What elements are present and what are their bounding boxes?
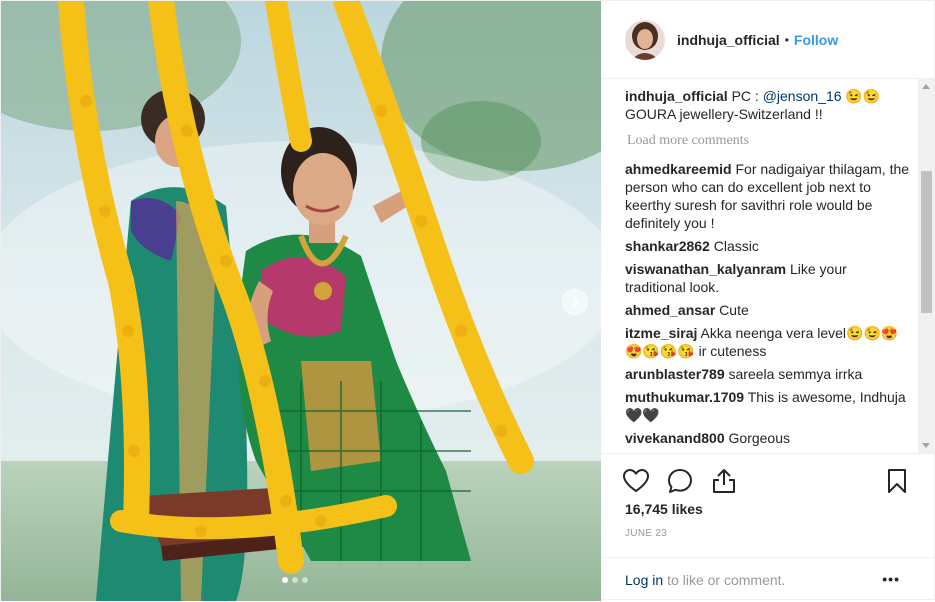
comment-text: sareela semmya irrka (728, 366, 863, 382)
post-actions: 16,745 likes JUNE 23 Log in to like or c… (601, 453, 935, 601)
post-photo (1, 1, 601, 601)
likes-count[interactable]: 16,745 likes (625, 501, 703, 517)
scroll-down-arrow-icon[interactable] (922, 443, 930, 448)
comment-item: shankar2862 Classic (625, 237, 911, 255)
comment-username[interactable]: vivekanand800 (625, 430, 725, 446)
chevron-right-icon (572, 296, 580, 308)
like-button[interactable] (617, 462, 655, 500)
post-header: indhuja_official • Follow (601, 1, 935, 79)
comment-bubble-icon (668, 469, 692, 493)
header-username[interactable]: indhuja_official (677, 32, 780, 48)
post-date: JUNE 23 (625, 528, 668, 539)
bookmark-icon (888, 469, 906, 493)
carousel-indicator (282, 577, 308, 583)
comment-item: viswanathan_kalyanram Like your traditio… (625, 260, 911, 296)
comment-username[interactable]: arunblaster789 (625, 366, 725, 382)
load-more-comments-button[interactable]: Load more comments (627, 133, 911, 149)
comment-text: Gorgeous (728, 430, 790, 446)
caption-text-prefix: PC : (731, 88, 763, 104)
share-icon (713, 469, 735, 493)
comment-item: ahmed_ansar Cute (625, 301, 911, 319)
caption-username[interactable]: indhuja_official (625, 88, 728, 104)
post-media[interactable] (1, 1, 601, 601)
caption: indhuja_official PC : @jenson_16 😉😉 GOUR… (625, 87, 911, 123)
heart-icon (623, 469, 649, 492)
comment-item: muthukumar.1709 This is awesome, Indhuja… (625, 388, 911, 424)
login-link[interactable]: Log in (625, 572, 663, 588)
comment-text: Cute (719, 302, 749, 318)
login-prompt-text: to like or comment. (667, 572, 786, 588)
comments-list[interactable]: indhuja_official PC : @jenson_16 😉😉 GOUR… (601, 87, 919, 453)
follow-button[interactable]: Follow (794, 32, 838, 48)
comment-username[interactable]: viswanathan_kalyanram (625, 261, 786, 277)
action-icons (617, 462, 743, 500)
scroll-up-arrow-icon[interactable] (922, 84, 930, 89)
comment-item: ahmedkareemid For nadigaiyar thilagam, t… (625, 160, 911, 232)
carousel-dot (292, 577, 298, 583)
post-side-panel: indhuja_official • Follow indhuja_offici… (601, 1, 935, 601)
comment-username[interactable]: itzme_siraj (625, 325, 697, 341)
comment-item: vivekanand800 Gorgeous (625, 429, 911, 447)
comments-scrollbar[interactable] (918, 79, 935, 453)
save-button[interactable] (878, 462, 916, 500)
avatar[interactable] (625, 19, 665, 60)
comment-text: Classic (713, 238, 759, 254)
carousel-next-button[interactable] (562, 289, 588, 315)
comment-username[interactable]: muthukumar.1709 (625, 389, 744, 405)
caption-mention[interactable]: @jenson_16 (763, 88, 842, 104)
comment-button[interactable] (661, 462, 699, 500)
more-options-button[interactable]: ••• (882, 571, 900, 587)
share-button[interactable] (705, 462, 743, 500)
comment-item: itzme_siraj Akka neenga vera level😉😉😍😍😘😘… (625, 324, 911, 360)
carousel-dot-active (282, 577, 288, 583)
scrollbar-thumb[interactable] (921, 171, 932, 313)
header-separator: • (784, 32, 789, 47)
comment-item: arunblaster789 sareela semmya irrka (625, 365, 911, 383)
comment-username[interactable]: shankar2862 (625, 238, 710, 254)
instagram-post: indhuja_official • Follow indhuja_offici… (0, 0, 935, 601)
comment-username[interactable]: ahmedkareemid (625, 161, 732, 177)
comment-username[interactable]: ahmed_ansar (625, 302, 715, 318)
carousel-dot (302, 577, 308, 583)
